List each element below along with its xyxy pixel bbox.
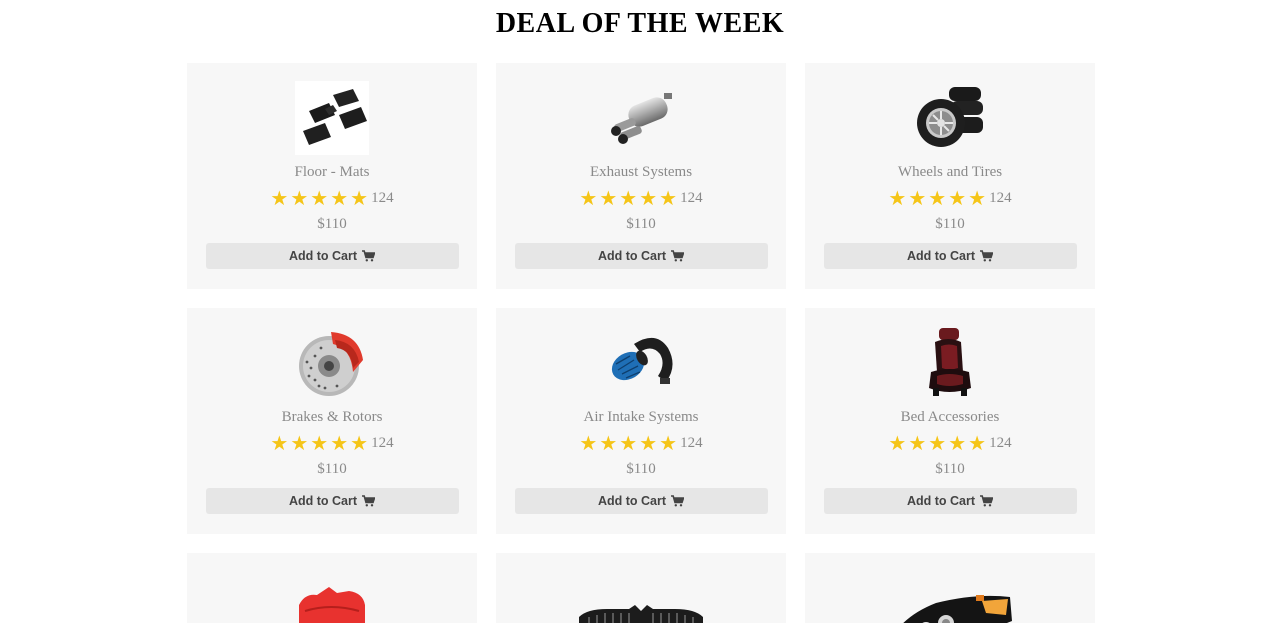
exhaust-image[interactable] (604, 81, 678, 155)
star-icon: ★ (270, 186, 289, 210)
product-grid: Floor - Mats ★ ★ ★ ★ ★ 124 $110 Add to C… (187, 63, 1095, 623)
star-icon: ★ (888, 431, 907, 455)
star-icon: ★ (579, 431, 598, 455)
tires-image[interactable] (913, 81, 987, 155)
add-to-cart-button[interactable]: Add to Cart (205, 488, 459, 514)
product-card (187, 553, 477, 623)
star-icon: ★ (290, 186, 309, 210)
product-card: Exhaust Systems ★ ★ ★ ★ ★ 124 $110 Add t… (496, 63, 786, 289)
page-title: DEAL OF THE WEEK (495, 8, 785, 39)
product-name[interactable]: Wheels and Tires (898, 163, 1002, 181)
star-icon: ★ (968, 431, 987, 455)
shopping-cart-icon (980, 495, 994, 507)
product-price: $110 (626, 216, 656, 232)
add-to-cart-label: Add to Cart (906, 249, 976, 263)
shopping-cart-icon (980, 250, 994, 262)
add-to-cart-label: Add to Cart (597, 494, 667, 508)
add-to-cart-button[interactable]: Add to Cart (205, 243, 459, 269)
star-icon: ★ (948, 431, 967, 455)
product-card (805, 553, 1095, 623)
star-icon: ★ (579, 186, 598, 210)
floor-mats-image[interactable] (295, 81, 369, 155)
product-name[interactable]: Brakes & Rotors (282, 408, 383, 426)
shopping-cart-icon (362, 250, 376, 262)
star-icon: ★ (599, 186, 618, 210)
add-to-cart-label: Add to Cart (288, 249, 358, 263)
grille-image[interactable] (577, 571, 705, 623)
add-to-cart-button[interactable]: Add to Cart (514, 488, 768, 514)
rating: ★ ★ ★ ★ ★ 124 (579, 186, 703, 210)
product-price: $110 (935, 461, 965, 477)
brake-rotor-image[interactable] (295, 326, 369, 400)
rating-count: 124 (371, 190, 394, 206)
product-name[interactable]: Bed Accessories (901, 408, 1000, 426)
star-icon: ★ (350, 431, 369, 455)
star-rating: ★ ★ ★ ★ ★ (888, 431, 988, 455)
add-to-cart-label: Add to Cart (906, 494, 976, 508)
star-rating: ★ ★ ★ ★ ★ (270, 431, 370, 455)
add-to-cart-button[interactable]: Add to Cart (823, 243, 1077, 269)
star-icon: ★ (330, 431, 349, 455)
add-to-cart-button[interactable]: Add to Cart (514, 243, 768, 269)
star-icon: ★ (619, 431, 638, 455)
shopping-cart-icon (671, 495, 685, 507)
star-icon: ★ (330, 186, 349, 210)
add-to-cart-button[interactable]: Add to Cart (823, 488, 1077, 514)
shopping-cart-icon (362, 495, 376, 507)
product-price: $110 (626, 461, 656, 477)
rating: ★ ★ ★ ★ ★ 124 (579, 431, 703, 455)
star-rating: ★ ★ ★ ★ ★ (579, 186, 679, 210)
product-name[interactable]: Exhaust Systems (590, 163, 692, 181)
product-card (496, 553, 786, 623)
star-icon: ★ (659, 186, 678, 210)
product-card: Floor - Mats ★ ★ ★ ★ ★ 124 $110 Add to C… (187, 63, 477, 289)
star-icon: ★ (350, 186, 369, 210)
star-icon: ★ (639, 186, 658, 210)
rating: ★ ★ ★ ★ ★ 124 (888, 186, 1012, 210)
star-icon: ★ (659, 431, 678, 455)
star-icon: ★ (888, 186, 907, 210)
rating: ★ ★ ★ ★ ★ 124 (270, 431, 394, 455)
air-intake-image[interactable] (604, 326, 678, 400)
product-name[interactable]: Air Intake Systems (584, 408, 699, 426)
red-bumper-image[interactable] (295, 571, 369, 623)
star-icon: ★ (270, 431, 289, 455)
shopping-cart-icon (671, 250, 685, 262)
product-price: $110 (935, 216, 965, 232)
rating-count: 124 (680, 435, 703, 451)
star-icon: ★ (968, 186, 987, 210)
star-icon: ★ (948, 186, 967, 210)
headlight-image[interactable] (886, 571, 1014, 623)
star-icon: ★ (908, 431, 927, 455)
product-price: $110 (317, 216, 347, 232)
product-card: Bed Accessories ★ ★ ★ ★ ★ 124 $110 Add t… (805, 308, 1095, 534)
rating-count: 124 (989, 190, 1012, 206)
star-icon: ★ (290, 431, 309, 455)
star-rating: ★ ★ ★ ★ ★ (888, 186, 988, 210)
rating-count: 124 (371, 435, 394, 451)
star-icon: ★ (310, 431, 329, 455)
product-card: Air Intake Systems ★ ★ ★ ★ ★ 124 $110 Ad… (496, 308, 786, 534)
rating: ★ ★ ★ ★ ★ 124 (888, 431, 1012, 455)
star-icon: ★ (619, 186, 638, 210)
add-to-cart-label: Add to Cart (597, 249, 667, 263)
star-icon: ★ (908, 186, 927, 210)
star-icon: ★ (310, 186, 329, 210)
star-rating: ★ ★ ★ ★ ★ (579, 431, 679, 455)
rating: ★ ★ ★ ★ ★ 124 (270, 186, 394, 210)
rating-count: 124 (989, 435, 1012, 451)
product-card: Brakes & Rotors ★ ★ ★ ★ ★ 124 $110 Add t… (187, 308, 477, 534)
star-rating: ★ ★ ★ ★ ★ (270, 186, 370, 210)
star-icon: ★ (599, 431, 618, 455)
rating-count: 124 (680, 190, 703, 206)
star-icon: ★ (928, 186, 947, 210)
product-card: Wheels and Tires ★ ★ ★ ★ ★ 124 $110 Add … (805, 63, 1095, 289)
star-icon: ★ (639, 431, 658, 455)
star-icon: ★ (928, 431, 947, 455)
add-to-cart-label: Add to Cart (288, 494, 358, 508)
car-seat-image[interactable] (913, 326, 987, 400)
product-price: $110 (317, 461, 347, 477)
product-name[interactable]: Floor - Mats (295, 163, 370, 181)
